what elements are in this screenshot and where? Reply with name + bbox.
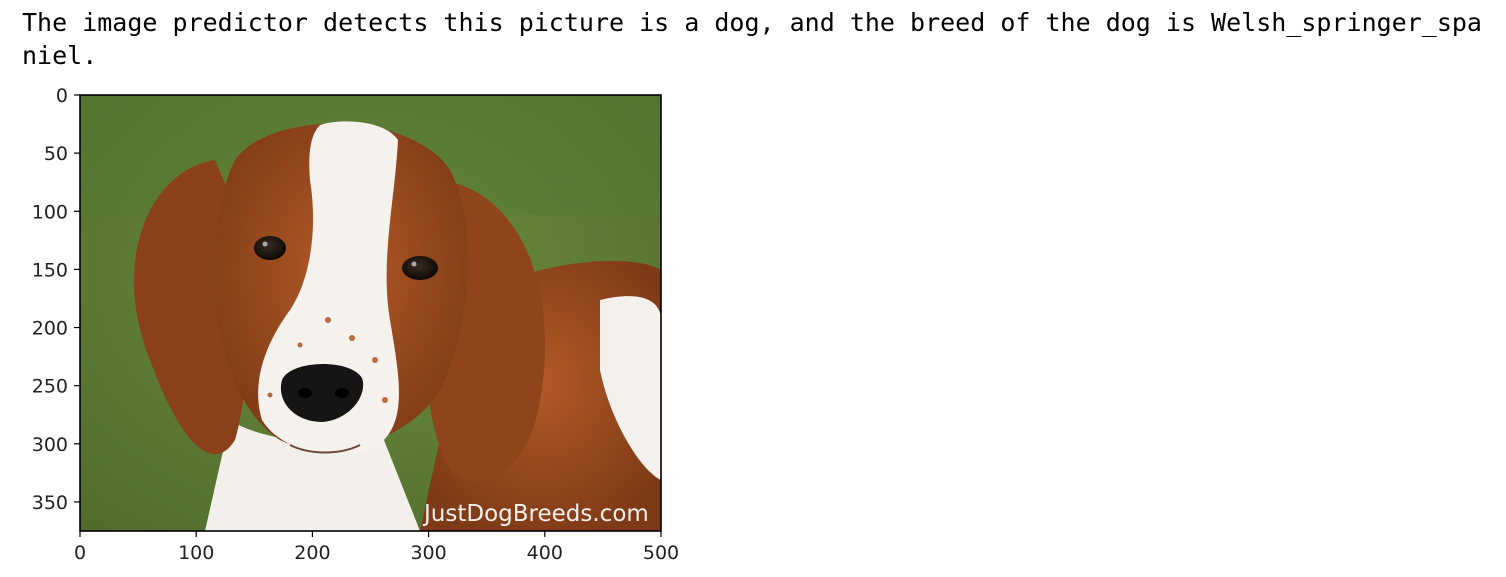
y-tick-label: 50	[44, 143, 68, 165]
x-tick-label: 0	[74, 542, 86, 564]
x-tick-label: 500	[643, 542, 679, 564]
watermark-text: JustDogBreeds.com	[422, 501, 649, 527]
y-tick-label: 0	[56, 85, 68, 107]
y-axis: 0 50 100 150 200 250 300 350	[32, 85, 80, 514]
y-tick-label: 100	[32, 201, 68, 223]
x-tick-label: 300	[410, 542, 446, 564]
y-tick-label: 200	[32, 318, 68, 340]
x-axis: 0 100 200 300 400 500	[74, 531, 679, 564]
x-tick-label: 400	[527, 542, 563, 564]
y-tick-label: 350	[32, 492, 68, 514]
y-tick-label: 250	[32, 376, 68, 398]
y-tick-label: 150	[32, 259, 68, 281]
x-tick-label: 200	[294, 542, 330, 564]
prediction-text: The image predictor detects this picture…	[22, 8, 1482, 70]
x-tick-label: 100	[178, 542, 214, 564]
dog-photo: JustDogBreeds.com	[80, 95, 661, 531]
cell-output: The image predictor detects this picture…	[0, 0, 1506, 577]
image-figure: JustDogBreeds.com 050100150200250300350 …	[32, 85, 679, 564]
y-tick-label: 300	[32, 434, 68, 456]
